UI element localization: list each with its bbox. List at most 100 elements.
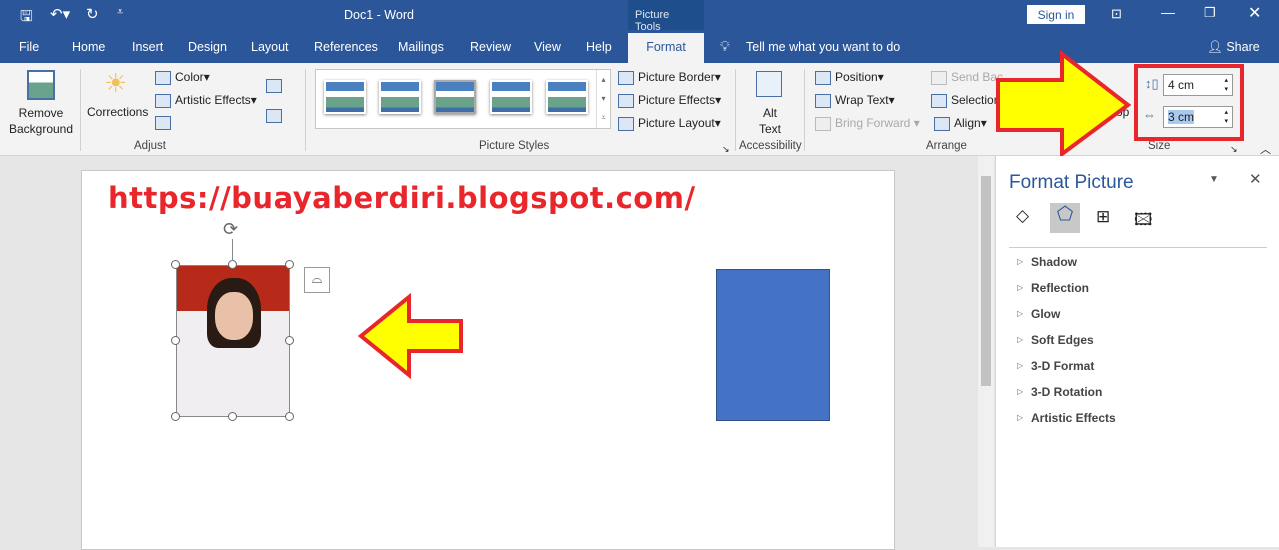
picture-effects-button[interactable]: Picture Effects▾ bbox=[618, 93, 721, 108]
style-thumb[interactable] bbox=[379, 80, 421, 114]
format-picture-pane: Format Picture ▼ ✕ ◇ ⬠ ⊞ 🖾 Shadow Reflec… bbox=[995, 156, 1279, 547]
artistic-effects-label: Artistic Effects bbox=[175, 93, 251, 107]
pane-item-3d-rotation[interactable]: 3-D Rotation bbox=[1017, 385, 1102, 399]
share-button[interactable]: 👤︎ Share bbox=[1207, 40, 1260, 55]
resize-handle[interactable] bbox=[228, 260, 237, 269]
picture-border-label: Picture Border bbox=[638, 70, 715, 84]
style-thumb[interactable] bbox=[546, 80, 588, 114]
align-label: Align bbox=[954, 116, 981, 130]
tell-me-search[interactable]: Tell me what you want to do bbox=[746, 40, 900, 54]
share-label: Share bbox=[1226, 40, 1260, 54]
reset-picture-icon[interactable] bbox=[266, 109, 282, 123]
close-icon[interactable]: ✕ bbox=[1248, 3, 1261, 23]
resize-handle[interactable] bbox=[285, 412, 294, 421]
adjust-group-label: Adjust bbox=[134, 140, 166, 152]
accessibility-group-label: Accessibility bbox=[739, 140, 802, 152]
tab-mailings[interactable]: Mailings bbox=[398, 40, 444, 54]
resize-handle[interactable] bbox=[171, 260, 180, 269]
style-thumb[interactable] bbox=[490, 80, 532, 114]
change-picture-icon[interactable] bbox=[266, 79, 282, 93]
dialog-launcher-icon[interactable]: ↘ bbox=[722, 144, 730, 155]
position-icon bbox=[815, 70, 831, 85]
size-highlight-box bbox=[1134, 64, 1244, 141]
wrap-text-label: Wrap Text bbox=[835, 93, 889, 107]
size-dialog-launcher-icon[interactable]: ↘ bbox=[1230, 144, 1238, 155]
bring-forward-button[interactable]: Bring Forward ▾ bbox=[815, 116, 920, 131]
alt-text-button[interactable]: Alt Text bbox=[759, 105, 781, 137]
gallery-scroll[interactable]: ▴ ▾ ⩡ bbox=[596, 70, 610, 128]
pane-item-3d-format[interactable]: 3-D Format bbox=[1017, 359, 1094, 373]
tab-references[interactable]: References bbox=[314, 40, 378, 54]
picture-styles-group-label: Picture Styles bbox=[479, 140, 550, 152]
compress-pictures-icon[interactable] bbox=[155, 116, 171, 130]
color-icon bbox=[155, 70, 171, 85]
tab-review[interactable]: Review bbox=[470, 40, 511, 54]
bring-forward-icon bbox=[815, 116, 831, 131]
collapse-ribbon-icon[interactable]: ︿ bbox=[1260, 141, 1271, 157]
annotation-arrow-right bbox=[996, 50, 1132, 158]
blue-rectangle-shape[interactable] bbox=[716, 269, 830, 421]
minimize-icon[interactable]: — bbox=[1161, 4, 1175, 20]
layout-properties-icon[interactable]: ⊞ bbox=[1096, 207, 1110, 227]
pane-item-reflection[interactable]: Reflection bbox=[1017, 281, 1089, 295]
window-title: Doc1 - Word bbox=[344, 8, 414, 22]
fill-line-icon[interactable]: ◇ bbox=[1016, 206, 1029, 226]
selected-photo[interactable] bbox=[176, 265, 290, 417]
style-thumb[interactable] bbox=[434, 80, 476, 114]
resize-handle[interactable] bbox=[285, 336, 294, 345]
tab-design[interactable]: Design bbox=[188, 40, 227, 54]
corrections-sun-icon: ☀ bbox=[104, 68, 128, 98]
vertical-scrollbar[interactable] bbox=[978, 156, 994, 547]
remove-background-button[interactable]: Remove Background bbox=[8, 105, 74, 137]
rotate-handle-icon[interactable]: ⟳ bbox=[223, 219, 238, 240]
wrap-text-button[interactable]: Wrap Text▾ bbox=[815, 93, 895, 108]
layout-options-icon[interactable]: ⌓ bbox=[304, 267, 330, 293]
customize-qat-icon[interactable]: ⩡ bbox=[117, 6, 123, 19]
effects-icon[interactable]: ⬠ bbox=[1050, 203, 1080, 233]
save-icon[interactable]: 🖫 bbox=[20, 6, 33, 31]
tab-format[interactable]: Format bbox=[628, 33, 704, 63]
pane-close-icon[interactable]: ✕ bbox=[1249, 170, 1262, 188]
picture-border-button[interactable]: Picture Border▾ bbox=[618, 70, 721, 85]
resize-handle[interactable] bbox=[171, 412, 180, 421]
tab-home[interactable]: Home bbox=[72, 40, 105, 54]
document-page[interactable]: https://buayaberdiri.blogspot.com/ ⟳ ⌓ bbox=[81, 170, 895, 550]
style-thumb[interactable] bbox=[324, 80, 366, 114]
scrollbar-thumb[interactable] bbox=[981, 176, 991, 386]
picture-icon[interactable]: 🖾 bbox=[1134, 207, 1153, 236]
tab-view[interactable]: View bbox=[534, 40, 561, 54]
picture-tools-context: Picture Tools bbox=[628, 0, 704, 33]
picture-layout-button[interactable]: Picture Layout▾ bbox=[618, 116, 721, 131]
artistic-effects-button[interactable]: Artistic Effects▾ bbox=[155, 93, 257, 108]
sign-in-button[interactable]: Sign in bbox=[1027, 5, 1085, 24]
color-button[interactable]: Color▾ bbox=[155, 70, 210, 85]
pane-item-artistic-effects[interactable]: Artistic Effects bbox=[1017, 411, 1116, 425]
tab-insert[interactable]: Insert bbox=[132, 40, 163, 54]
align-button[interactable]: Align▾ bbox=[934, 116, 987, 131]
picture-styles-gallery[interactable]: ▴ ▾ ⩡ bbox=[315, 69, 611, 129]
resize-handle[interactable] bbox=[171, 336, 180, 345]
redo-icon[interactable]: ↻ bbox=[86, 5, 99, 23]
artistic-effects-icon bbox=[155, 93, 171, 108]
tab-file[interactable]: File bbox=[19, 40, 39, 54]
pane-item-glow[interactable]: Glow bbox=[1017, 307, 1061, 321]
picture-effects-icon bbox=[618, 93, 634, 108]
selection-pane-icon bbox=[931, 93, 947, 108]
picture-layout-label: Picture Layout bbox=[638, 116, 715, 130]
undo-icon[interactable]: ↶▾ bbox=[50, 5, 70, 23]
ribbon-display-options-icon[interactable]: ⊡ bbox=[1111, 6, 1122, 22]
resize-handle[interactable] bbox=[228, 412, 237, 421]
restore-icon[interactable]: ❐ bbox=[1204, 5, 1216, 21]
resize-handle[interactable] bbox=[285, 260, 294, 269]
tab-layout[interactable]: Layout bbox=[251, 40, 289, 54]
pane-item-soft-edges[interactable]: Soft Edges bbox=[1017, 333, 1094, 347]
size-group-label: Size bbox=[1148, 140, 1171, 152]
corrections-button[interactable]: Corrections bbox=[87, 105, 148, 119]
color-label: Color bbox=[175, 70, 204, 84]
pane-item-shadow[interactable]: Shadow bbox=[1017, 255, 1077, 269]
send-backward-icon bbox=[931, 70, 947, 85]
tab-help[interactable]: Help bbox=[586, 40, 612, 54]
pane-options-icon[interactable]: ▼ bbox=[1209, 174, 1219, 185]
bring-forward-label: Bring Forward bbox=[835, 116, 911, 130]
position-button[interactable]: Position▾ bbox=[815, 70, 884, 85]
